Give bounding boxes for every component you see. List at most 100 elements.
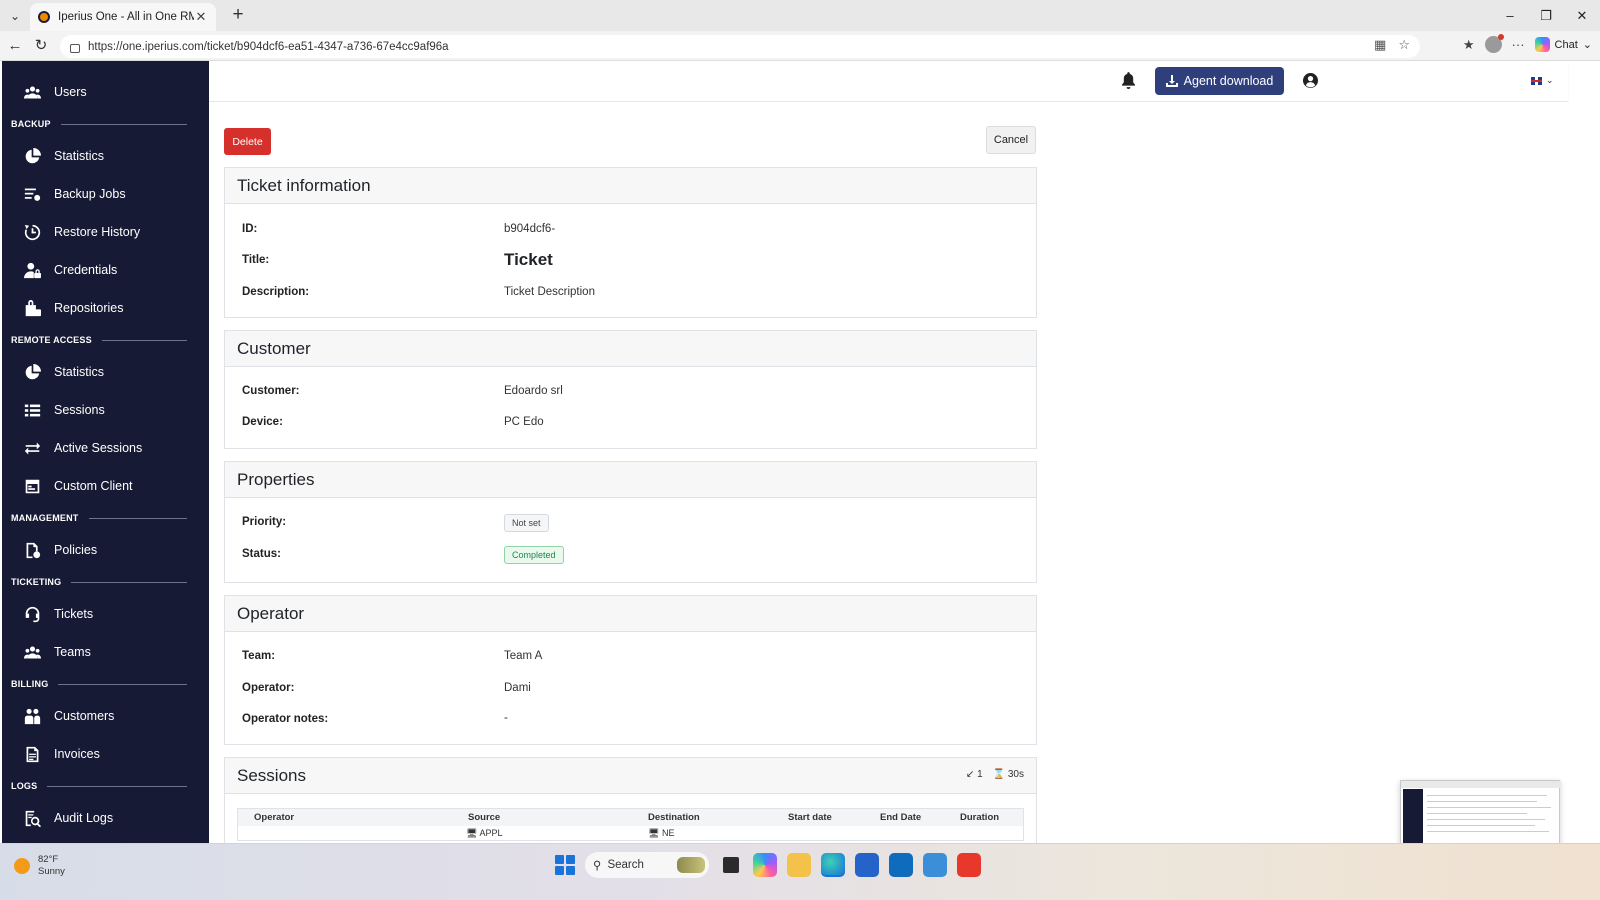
notepad-icon[interactable]: [923, 853, 947, 877]
close-tab-icon[interactable]: ✕: [194, 9, 208, 25]
session-duration-value: 30s: [1007, 769, 1024, 780]
edge-browser-icon[interactable]: [821, 853, 845, 877]
sidebar-item-restore-history[interactable]: Restore History: [2, 213, 209, 251]
copilot-chat-button[interactable]: Chat ⌄: [1534, 37, 1592, 52]
anydesk-icon[interactable]: [957, 853, 981, 877]
sidebar-item-audit-logs[interactable]: Audit Logs: [2, 799, 209, 837]
card-title: Operator: [225, 596, 1036, 632]
customers-icon: [22, 706, 42, 726]
outlook-icon[interactable]: [889, 853, 913, 877]
chevron-down-icon: ⌄: [1582, 39, 1592, 51]
browser-tab[interactable]: Iperius One - All in One RMM Suite ✕: [30, 3, 216, 31]
sidebar-item-remote-statistics[interactable]: Statistics: [2, 353, 209, 391]
field-label: Operator:: [242, 682, 295, 694]
sidebar-item-policies[interactable]: Policies: [2, 531, 209, 569]
pie-chart-icon: [22, 146, 42, 166]
card-title: Properties: [225, 462, 1036, 498]
headset-icon: [22, 604, 42, 624]
browser-chrome: ⌄ Iperius One - All in One RMM Suite ✕ +…: [0, 0, 1600, 61]
restore-icon[interactable]: ❐: [1528, 0, 1564, 31]
field-label: Status:: [242, 548, 281, 560]
favorites-icon[interactable]: ★: [1463, 37, 1475, 53]
microsoft-store-icon[interactable]: [855, 853, 879, 877]
sidebar-item-users[interactable]: Users: [2, 73, 209, 111]
windows-start-icon[interactable]: [555, 855, 575, 875]
copilot-icon: [1534, 37, 1550, 52]
sidebar-item-sessions[interactable]: Sessions: [2, 391, 209, 429]
sidebar-item-tickets[interactable]: Tickets: [2, 595, 209, 633]
agent-download-label: Agent download: [1183, 74, 1274, 88]
close-window-icon[interactable]: ✕: [1564, 0, 1600, 31]
field-label: Team:: [242, 650, 276, 662]
copilot-app-icon[interactable]: [753, 853, 777, 877]
sidebar-label: Invoices: [54, 747, 100, 761]
history-icon: [22, 222, 42, 242]
language-selector[interactable]: ⌄: [1531, 75, 1554, 86]
sessions-table: Operator Source Destination Start date E…: [237, 808, 1024, 841]
field-label: Priority:: [242, 516, 287, 528]
agent-download-button[interactable]: Agent download: [1155, 67, 1284, 95]
address-bar[interactable]: https://one.iperius.com/ticket/b904dcf6-…: [60, 35, 1420, 58]
uk-flag-icon: [1531, 76, 1542, 85]
weather-widget[interactable]: 82°F Sunny: [14, 854, 65, 878]
sidebar-item-repositories[interactable]: Repositories: [2, 289, 209, 327]
device-value: PC Edo: [504, 416, 544, 428]
window-controls: – ❐ ✕: [1492, 0, 1600, 31]
sidebar-header-backup: BACKUP: [2, 111, 209, 137]
reload-icon[interactable]: ↻: [30, 35, 52, 57]
document-gear-icon: [22, 540, 42, 560]
sidebar-label: Audit Logs: [54, 811, 114, 825]
table-row[interactable]: 🖥 APPL 🖥 NE: [238, 826, 1023, 840]
profile-avatar-icon[interactable]: [1484, 34, 1504, 53]
sidebar-item-backup-jobs[interactable]: Backup Jobs: [2, 175, 209, 213]
team-icon: [22, 642, 42, 662]
monitor-icon: 🖥: [466, 827, 478, 838]
sidebar-label: Customers: [54, 709, 115, 723]
sidebar-item-customers[interactable]: Customers: [2, 697, 209, 735]
session-duration: ⌛ 30s: [993, 769, 1024, 780]
destination-cell: 🖥 NE: [648, 827, 675, 838]
card-title: Customer: [225, 331, 1036, 367]
customer-card: Customer Customer: Edoardo srl Device: P…: [224, 330, 1037, 449]
audit-search-icon: [22, 808, 42, 828]
new-tab-plus-icon[interactable]: +: [226, 4, 250, 28]
minimize-icon[interactable]: –: [1492, 0, 1528, 31]
column-header: Source: [468, 812, 501, 823]
sidebar-label: Teams: [54, 645, 91, 659]
repository-icon: [22, 298, 42, 318]
url-text: https://one.iperius.com/ticket/b904dcf6-…: [88, 40, 449, 53]
cancel-button[interactable]: Cancel: [986, 126, 1036, 154]
sidebar-item-invoices[interactable]: Invoices: [2, 735, 209, 773]
column-header: Start date: [788, 812, 832, 823]
sidebar-header-ticketing: TICKETING: [2, 569, 209, 595]
task-view-icon[interactable]: [723, 857, 739, 873]
file-explorer-icon[interactable]: [787, 853, 811, 877]
delete-button[interactable]: Delete: [224, 128, 271, 155]
app-header: Agent download ⌄: [209, 61, 1568, 102]
notification-bell-icon[interactable]: [1121, 72, 1136, 89]
sidebar-item-backup-statistics[interactable]: Statistics: [2, 137, 209, 175]
sidebar-item-credentials[interactable]: Credentials: [2, 251, 209, 289]
window-preview-thumbnail[interactable]: [1400, 780, 1561, 846]
source-cell: 🖥 APPL: [466, 827, 503, 838]
sidebar: Users BACKUP Statistics Backup Jobs Rest…: [2, 61, 209, 843]
app-available-icon[interactable]: ▦: [1374, 37, 1386, 53]
tab-list-chevron-icon[interactable]: ⌄: [4, 5, 26, 27]
sidebar-item-teams[interactable]: Teams: [2, 633, 209, 671]
sidebar-item-custom-client[interactable]: Custom Client: [2, 467, 209, 505]
ticket-id-value: b904dcf6-: [504, 223, 556, 235]
more-menu-icon[interactable]: ···: [1512, 37, 1525, 52]
chat-label: Chat: [1554, 38, 1578, 51]
sidebar-label: Policies: [54, 543, 98, 557]
favorite-star-icon[interactable]: ☆: [1398, 37, 1410, 53]
sidebar-header-billing: BILLING: [2, 671, 209, 697]
user-account-icon[interactable]: [1303, 73, 1318, 88]
sidebar-item-active-sessions[interactable]: Active Sessions: [2, 429, 209, 467]
iperius-favicon-icon: [38, 11, 50, 23]
back-arrow-icon[interactable]: ←: [4, 35, 26, 57]
sidebar-label: Repositories: [54, 301, 124, 315]
priority-badge: Not set: [504, 514, 549, 532]
customer-value: Edoardo srl: [504, 385, 563, 397]
field-label: Device:: [242, 416, 283, 428]
taskbar-search[interactable]: ⚲ Search: [585, 852, 709, 878]
